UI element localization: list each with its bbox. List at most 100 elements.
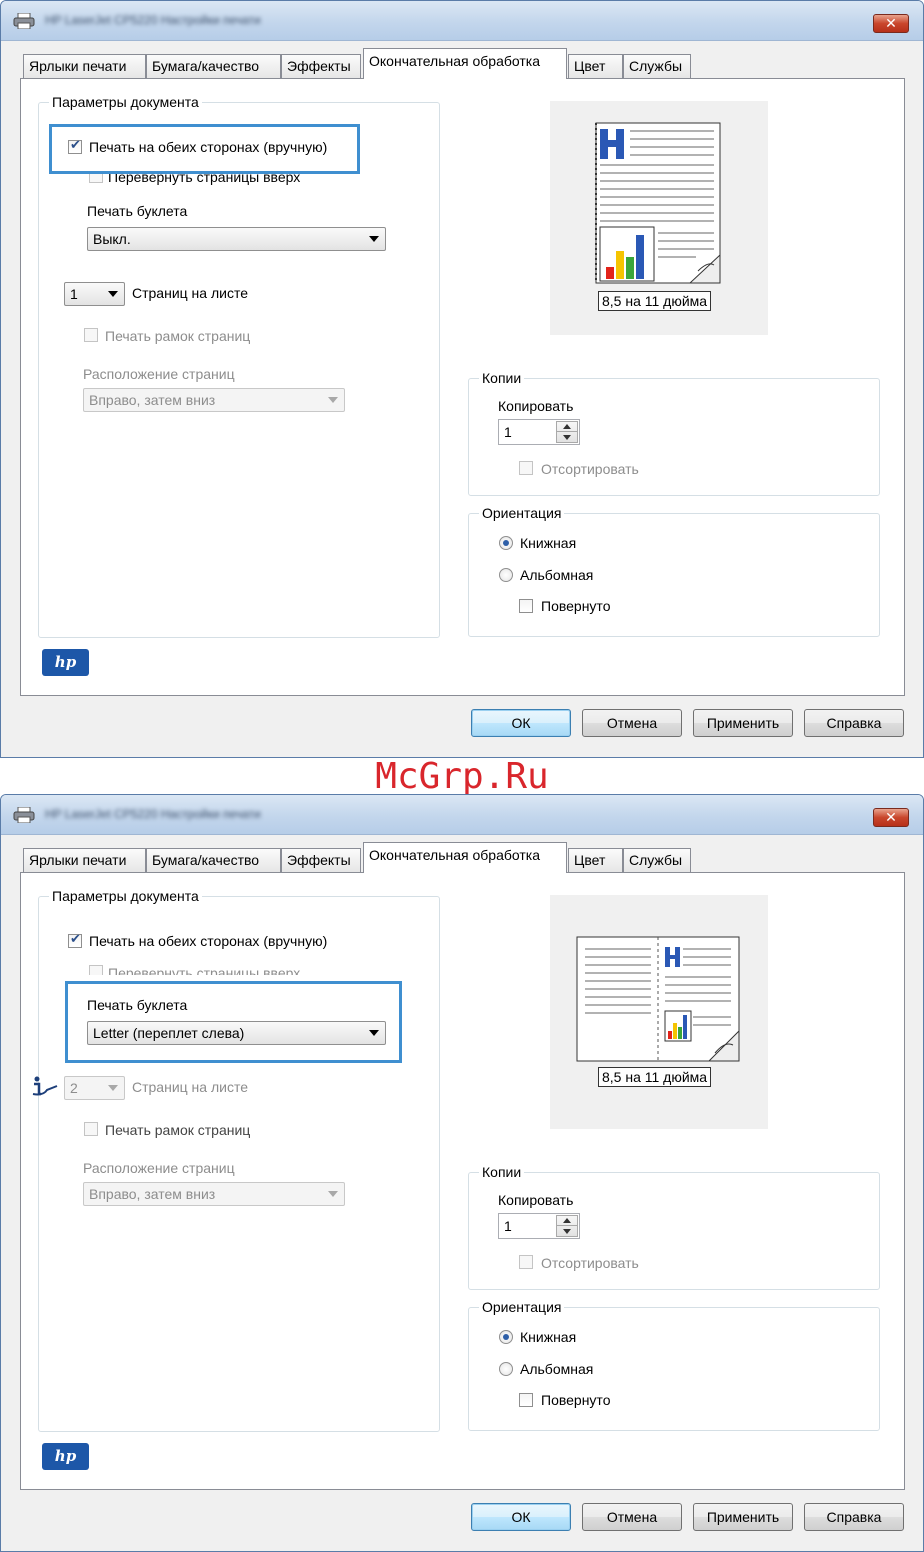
tab-paper-quality[interactable]: Бумага/качество (146, 54, 281, 78)
page-preview: 8,5 на 11 дюйма (550, 895, 768, 1129)
rotated-checkbox[interactable] (519, 599, 533, 613)
hp-logo: hp (42, 649, 89, 676)
rotated-label: Повернуто (541, 598, 611, 614)
rotated-label: Повернуто (541, 1392, 611, 1408)
hp-logo: hp (42, 1443, 89, 1470)
landscape-label: Альбомная (520, 567, 594, 583)
single-page-preview-icon (595, 122, 721, 284)
title-bar: HP LaserJet CP5220 Настройки печати ✕ (1, 795, 923, 835)
landscape-label: Альбомная (520, 1361, 594, 1377)
flip-pages-checkbox[interactable] (89, 173, 103, 183)
booklet-label: Печать буклета (87, 203, 188, 219)
collate-label: Отсортировать (541, 1255, 639, 1271)
paper-size-label: 8,5 на 11 дюйма (598, 291, 712, 311)
cancel-button[interactable]: Отмена (582, 709, 682, 737)
tab-shortcuts[interactable]: Ярлыки печати (23, 848, 146, 872)
title-bar: HP LaserJet CP5220 Настройки печати ✕ (1, 1, 923, 41)
page-borders-label: Печать рамок страниц (105, 328, 251, 344)
group-title: Копии (479, 1163, 525, 1181)
pages-per-sheet-label: Страниц на листе (132, 1079, 248, 1095)
cancel-button[interactable]: Отмена (582, 1503, 682, 1531)
group-title: Ориентация (479, 1298, 565, 1316)
duplex-checkbox[interactable] (68, 931, 82, 948)
ok-button[interactable]: ОК (471, 709, 571, 737)
booklet-select[interactable]: Выкл. (87, 227, 386, 251)
landscape-radio[interactable] (499, 1362, 513, 1376)
page-borders-label: Печать рамок страниц (105, 1122, 251, 1138)
help-button[interactable]: Справка (804, 1503, 904, 1531)
copies-label: Копировать (498, 398, 574, 414)
portrait-label: Книжная (520, 1329, 577, 1345)
tab-effects[interactable]: Эффекты (281, 54, 361, 78)
group-title: Ориентация (479, 504, 565, 522)
duplex-label: Печать на обеих сторонах (вручную) (89, 933, 328, 949)
flip-pages-checkbox[interactable] (89, 965, 103, 975)
tab-effects[interactable]: Эффекты (281, 848, 361, 872)
help-button[interactable]: Справка (804, 709, 904, 737)
close-button[interactable]: ✕ (873, 808, 909, 827)
pages-per-sheet-select[interactable]: 1 (64, 282, 125, 306)
tab-paper-quality[interactable]: Бумага/качество (146, 848, 281, 872)
info-icon (32, 1076, 58, 1096)
flip-pages-label: Перевернуть страницы вверх (108, 965, 301, 975)
landscape-radio[interactable] (499, 568, 513, 582)
close-button[interactable]: ✕ (873, 14, 909, 33)
portrait-radio[interactable] (499, 536, 513, 550)
copies-label: Копировать (498, 1192, 574, 1208)
tab-finishing[interactable]: Окончательная обработка (363, 842, 567, 873)
spin-arrows-icon[interactable] (556, 1215, 578, 1237)
pages-per-sheet-value: 1 (70, 286, 78, 302)
window-title: HP LaserJet CP5220 Настройки печати (45, 13, 261, 27)
page-order-value: Вправо, затем вниз (89, 392, 216, 408)
printer-icon (13, 13, 35, 29)
pages-per-sheet-value: 2 (70, 1080, 78, 1096)
watermark: McGrp.Ru (375, 756, 549, 797)
page-borders-checkbox[interactable] (84, 1122, 98, 1136)
tab-color[interactable]: Цвет (568, 54, 623, 78)
rotated-checkbox[interactable] (519, 1393, 533, 1407)
print-settings-dialog-2: HP LaserJet CP5220 Настройки печати ✕ Яр… (0, 794, 924, 1552)
print-settings-dialog-1: HP LaserJet CP5220 Настройки печати ✕ Яр… (0, 0, 924, 758)
apply-button[interactable]: Применить (693, 709, 793, 737)
copies-spinner[interactable]: 1 (498, 1213, 580, 1239)
duplex-highlight (49, 124, 360, 174)
paper-size-label: 8,5 на 11 дюйма (598, 1067, 712, 1087)
copies-spinner[interactable]: 1 (498, 419, 580, 445)
tab-services[interactable]: Службы (623, 54, 691, 78)
group-title: Параметры документа (49, 887, 202, 905)
pages-per-sheet-select[interactable]: 2 (64, 1076, 125, 1100)
chevron-down-icon (328, 397, 338, 403)
page-order-value: Вправо, затем вниз (89, 1186, 216, 1202)
page-order-select[interactable]: Вправо, затем вниз (83, 388, 345, 412)
collate-checkbox[interactable] (519, 461, 533, 475)
booklet-highlight (65, 981, 402, 1063)
tab-finishing[interactable]: Окончательная обработка (363, 48, 567, 79)
collate-checkbox[interactable] (519, 1255, 533, 1269)
chevron-down-icon (369, 236, 379, 242)
tab-shortcuts[interactable]: Ярлыки печати (23, 54, 146, 78)
group-title: Копии (479, 369, 525, 387)
collate-label: Отсортировать (541, 461, 639, 477)
portrait-radio[interactable] (499, 1330, 513, 1344)
printer-icon (13, 807, 35, 823)
page-order-select[interactable]: Вправо, затем вниз (83, 1182, 345, 1206)
pages-per-sheet-label: Страниц на листе (132, 285, 248, 301)
tab-color[interactable]: Цвет (568, 848, 623, 872)
copies-value: 1 (504, 1218, 512, 1234)
tab-services[interactable]: Службы (623, 848, 691, 872)
booklet-value: Выкл. (93, 231, 131, 247)
window-title: HP LaserJet CP5220 Настройки печати (45, 807, 261, 821)
copies-value: 1 (504, 424, 512, 440)
page-borders-checkbox[interactable] (84, 328, 98, 342)
booklet-preview-icon (576, 936, 740, 1062)
portrait-label: Книжная (520, 535, 577, 551)
ok-button[interactable]: ОК (471, 1503, 571, 1531)
page-preview: 8,5 на 11 дюйма (550, 101, 768, 335)
page-order-label: Расположение страниц (83, 1160, 235, 1176)
chevron-down-icon (108, 1085, 118, 1091)
flip-pages-label-clip: Перевернуть страницы вверх (108, 963, 328, 975)
spin-arrows-icon[interactable] (556, 421, 578, 443)
chevron-down-icon (328, 1191, 338, 1197)
apply-button[interactable]: Применить (693, 1503, 793, 1531)
page-order-label: Расположение страниц (83, 366, 235, 382)
